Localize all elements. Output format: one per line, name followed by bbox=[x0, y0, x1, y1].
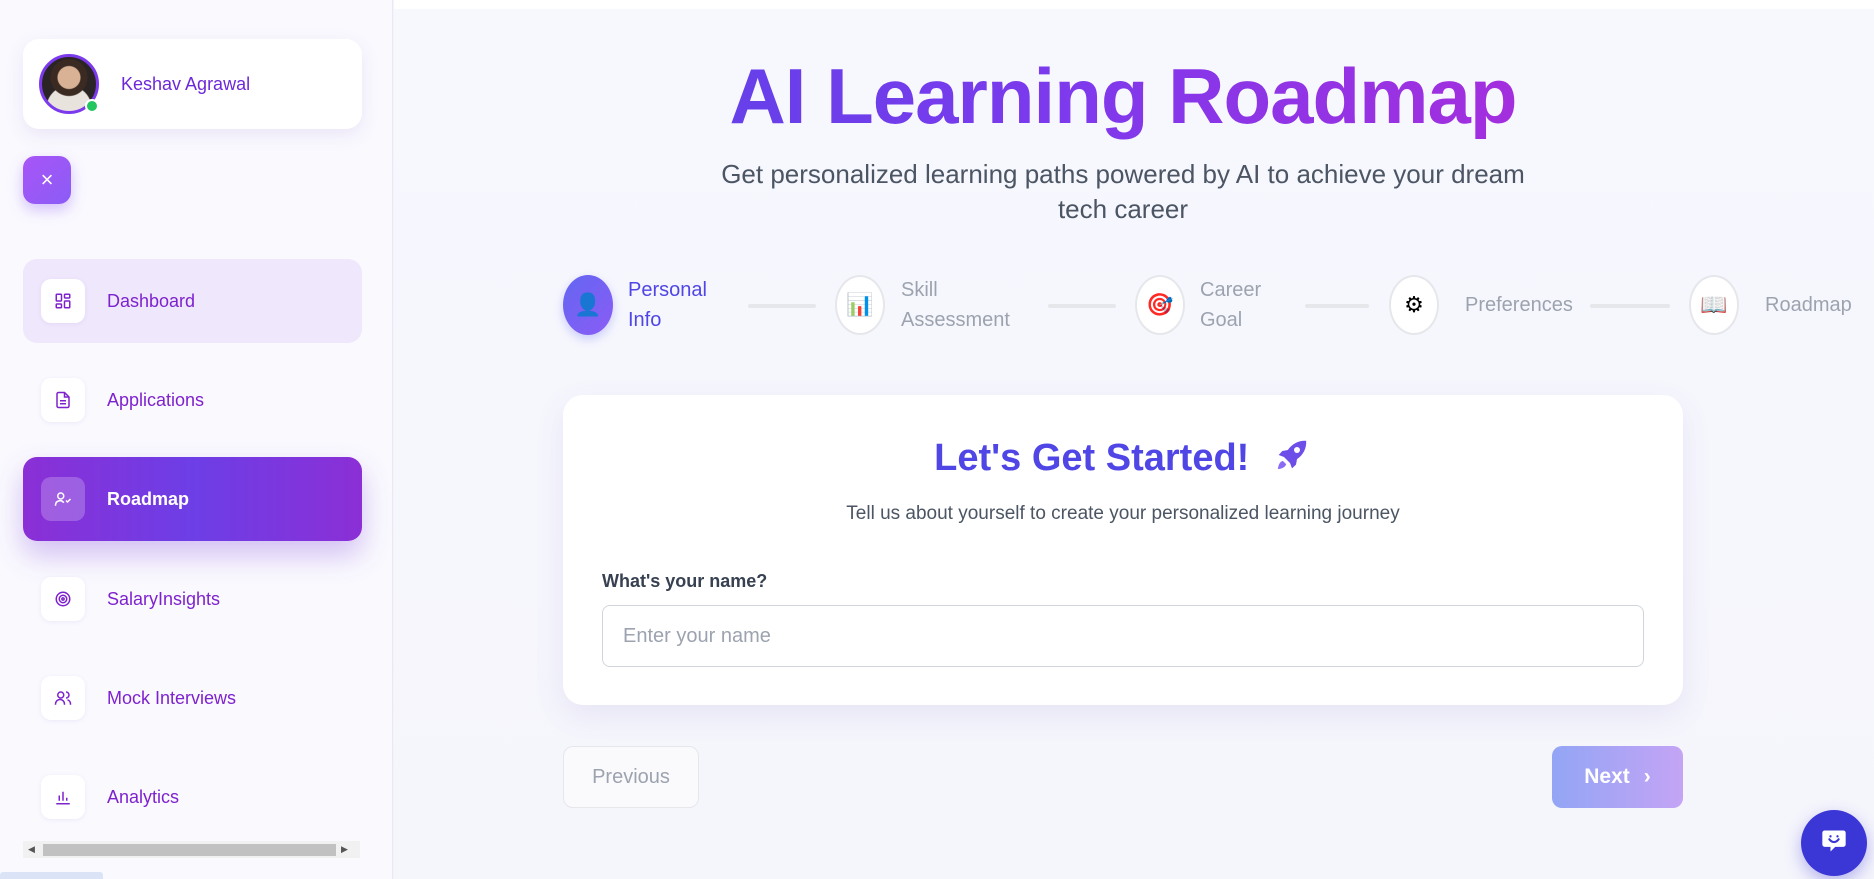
step-connector bbox=[1305, 304, 1369, 308]
online-status-dot bbox=[85, 99, 99, 113]
sidebar-item-label: Roadmap bbox=[107, 488, 190, 509]
personal-info-card: Let's Get Started! Tell us about yoursel… bbox=[563, 395, 1683, 705]
step-personal-info-icon[interactable]: 👤 bbox=[563, 275, 613, 335]
step-roadmap-icon[interactable]: 📖 bbox=[1689, 275, 1739, 335]
scroll-right-icon[interactable]: ▶ bbox=[336, 841, 353, 858]
sidebar-item-analytics[interactable]: Analytics bbox=[23, 755, 362, 839]
name-field-label: What's your name? bbox=[602, 571, 768, 591]
chat-bubble-icon bbox=[1820, 827, 1848, 860]
sidebar-horizontal-scrollbar[interactable]: ◀ ▶ bbox=[23, 841, 360, 858]
name-input[interactable] bbox=[602, 605, 1644, 667]
bar-chart-icon bbox=[41, 775, 85, 819]
sidebar-item-applications[interactable]: Applications bbox=[23, 358, 362, 442]
step-connector bbox=[1048, 304, 1116, 308]
users-icon bbox=[41, 676, 85, 720]
sidebar: Keshav Agrawal × Dashboard Applications … bbox=[0, 0, 393, 879]
sidebar-item-roadmap[interactable]: Roadmap bbox=[23, 457, 362, 541]
page-title: AI Learning Roadmap bbox=[394, 51, 1852, 142]
card-title: Let's Get Started! bbox=[563, 435, 1683, 485]
chat-support-button[interactable] bbox=[1801, 810, 1867, 876]
step-personal-info-label[interactable]: Personal Info bbox=[628, 275, 707, 335]
step-preferences-label[interactable]: Preferences bbox=[1465, 290, 1573, 320]
sidebar-item-salaryinsights[interactable]: SalaryInsights bbox=[23, 557, 362, 641]
main-content: AI Learning Roadmap Get personalized lea… bbox=[394, 9, 1874, 879]
next-button-label: Next bbox=[1584, 765, 1630, 788]
profile-card[interactable]: Keshav Agrawal bbox=[23, 39, 362, 129]
sidebar-item-label: Analytics bbox=[107, 786, 180, 807]
close-icon: × bbox=[40, 167, 54, 192]
dashboard-icon bbox=[41, 279, 85, 323]
chevron-right-icon: › bbox=[1643, 765, 1651, 788]
rocket-icon bbox=[1272, 435, 1312, 485]
card-description: Tell us about yourself to create your pe… bbox=[846, 503, 1400, 524]
step-career-goal-label[interactable]: Career Goal bbox=[1200, 275, 1261, 335]
profile-name: Keshav Agrawal bbox=[121, 73, 251, 94]
next-button[interactable]: Next › bbox=[1552, 746, 1683, 808]
step-preferences-icon[interactable]: ⚙ bbox=[1389, 275, 1439, 335]
step-skill-assessment-icon[interactable]: 📊 bbox=[835, 275, 885, 335]
avatar bbox=[39, 54, 99, 114]
target-icon bbox=[41, 577, 85, 621]
sidebar-item-label: SalaryInsights bbox=[107, 588, 221, 609]
user-check-icon bbox=[41, 477, 85, 521]
scroll-left-icon[interactable]: ◀ bbox=[23, 841, 40, 858]
step-roadmap-label[interactable]: Roadmap bbox=[1765, 290, 1852, 320]
sidebar-item-label: Applications bbox=[107, 389, 205, 410]
bottom-indicator bbox=[0, 872, 103, 879]
previous-button[interactable]: Previous bbox=[563, 746, 699, 808]
close-sidebar-button[interactable]: × bbox=[23, 156, 71, 204]
step-connector bbox=[1590, 304, 1670, 308]
top-strip bbox=[394, 0, 1874, 9]
sidebar-item-mock-interviews[interactable]: Mock Interviews bbox=[23, 656, 362, 740]
sidebar-item-dashboard[interactable]: Dashboard bbox=[23, 259, 362, 343]
sidebar-item-label: Dashboard bbox=[107, 290, 196, 311]
document-icon bbox=[41, 378, 85, 422]
step-connector bbox=[748, 304, 816, 308]
scrollbar-thumb[interactable] bbox=[43, 843, 336, 856]
step-career-goal-icon[interactable]: 🎯 bbox=[1135, 275, 1185, 335]
step-skill-assessment-label[interactable]: Skill Assessment bbox=[901, 275, 1010, 335]
sidebar-item-label: Mock Interviews bbox=[107, 687, 237, 708]
page-subtitle: Get personalized learning paths powered … bbox=[721, 159, 1525, 224]
